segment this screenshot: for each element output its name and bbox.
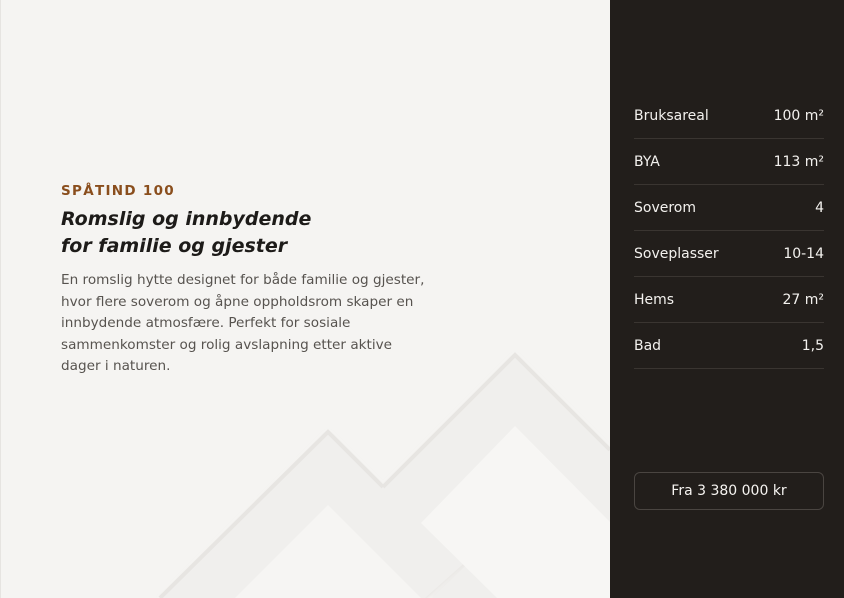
intro-content: SPÅTIND 100 Romslig og innbydende for fa… <box>61 182 441 378</box>
spec-row-bad: Bad 1,5 <box>634 323 824 369</box>
hero-title: Romslig og innbydende for familie og gje… <box>61 206 321 260</box>
spec-value: 100 m² <box>773 107 824 124</box>
spec-label: Soveplasser <box>634 245 719 262</box>
spec-label: Bad <box>634 337 662 354</box>
spec-row-bya: BYA 113 m² <box>634 139 824 185</box>
spec-value: 10-14 <box>783 245 824 262</box>
specifications-panel: Bruksareal 100 m² BYA 113 m² Soverom 4 S… <box>610 0 844 598</box>
spec-value: 27 m² <box>782 291 824 308</box>
spec-row-bruksareal: Bruksareal 100 m² <box>634 93 824 139</box>
eyebrow-label: SPÅTIND 100 <box>61 183 175 199</box>
spec-row-soverom: Soverom 4 <box>634 185 824 231</box>
spec-value: 1,5 <box>801 337 824 354</box>
left-panel: SPÅTIND 100 Romslig og innbydende for fa… <box>0 0 610 598</box>
spec-label: Soverom <box>634 199 697 216</box>
spec-label: Hems <box>634 291 675 308</box>
page: SPÅTIND 100 Romslig og innbydende for fa… <box>0 0 844 598</box>
spec-row-soveplasser: Soveplasser 10-14 <box>634 231 824 277</box>
spec-list: Bruksareal 100 m² BYA 113 m² Soverom 4 S… <box>634 93 824 369</box>
price-button[interactable]: Fra 3 380 000 kr <box>634 472 824 510</box>
hero-title-line-1: Romslig og innbydende <box>61 208 312 230</box>
hero-description: En romslig hytte designet for både famil… <box>61 272 425 375</box>
spec-label: BYA <box>634 153 660 170</box>
hero-title-line-2: for familie og gjester <box>61 235 288 257</box>
spec-label: Bruksareal <box>634 107 709 124</box>
spec-value: 113 m² <box>773 153 824 170</box>
spec-value: 4 <box>815 199 824 216</box>
spec-row-hems: Hems 27 m² <box>634 277 824 323</box>
